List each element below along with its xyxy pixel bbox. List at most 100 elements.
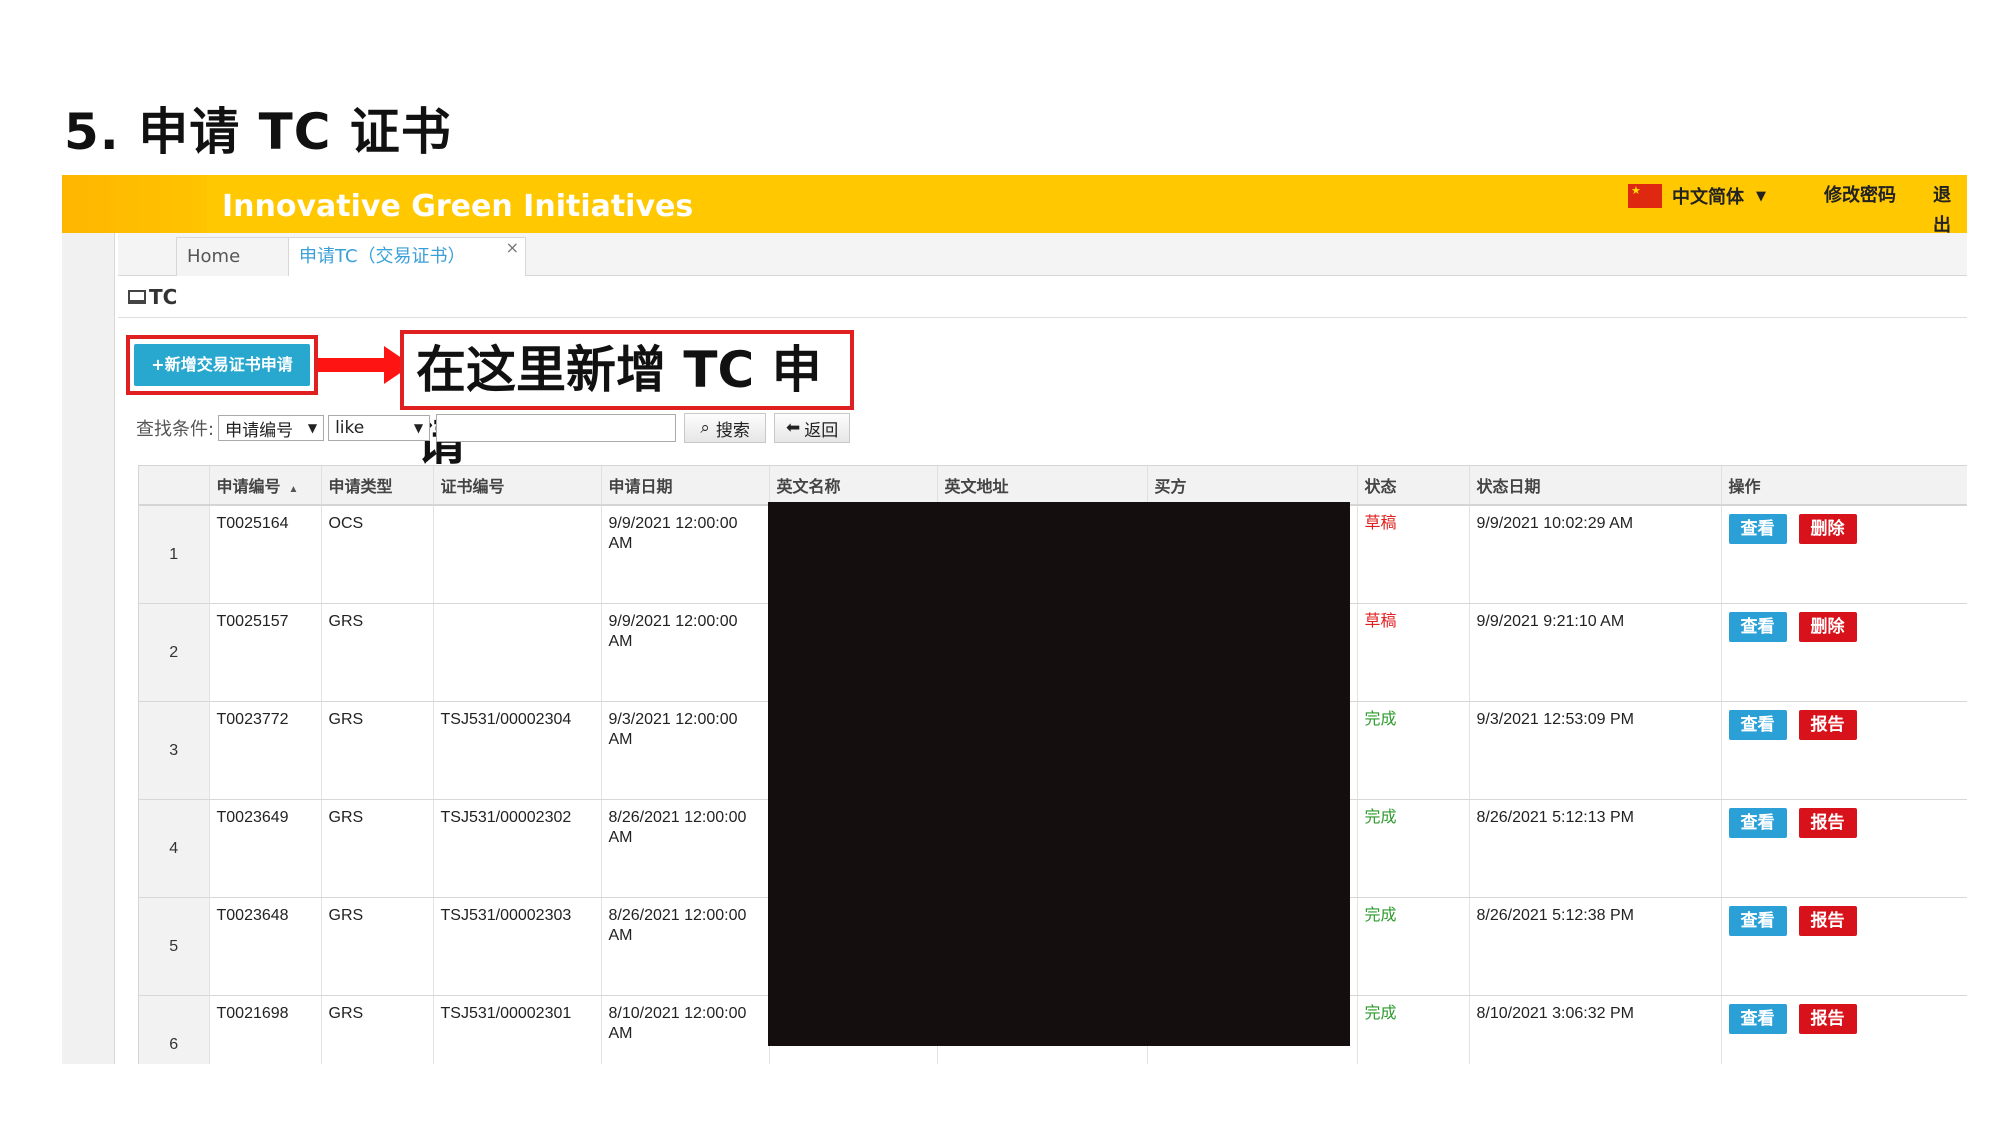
col-application-date[interactable]: 申请日期 <box>601 466 770 506</box>
view-button[interactable]: 查看 <box>1728 514 1787 544</box>
table-header-row: 申请编号 ▲ 申请类型 证书编号 申请日期 英文名称 英文地址 买方 状态 状态日… <box>139 466 1967 506</box>
report-button[interactable]: 报告 <box>1798 808 1857 838</box>
col-application-no[interactable]: 申请编号 ▲ <box>209 466 322 506</box>
cell-status-date: 9/9/2021 10:02:29 AM <box>1469 505 1722 604</box>
cell-application-date: 9/9/2021 12:00:00 AM <box>601 505 770 604</box>
cell-application-no: T0025164 <box>209 505 322 604</box>
delete-button[interactable]: 删除 <box>1798 612 1857 642</box>
tab-bar: Home 申请TC（交易证书） × <box>118 233 1967 276</box>
cell-actions: 查看 报告 <box>1721 701 1967 800</box>
cell-certificate-no <box>433 505 602 604</box>
slide-title: 5. 申请 TC 证书 <box>64 103 452 161</box>
monitor-icon <box>128 290 146 304</box>
search-field-select[interactable]: 申请编号 ▼ <box>218 415 325 441</box>
china-flag-icon <box>1628 184 1662 208</box>
cell-certificate-no: TSJ531/00002303 <box>433 897 602 996</box>
cell-application-type: GRS <box>321 897 434 996</box>
brand-name: Innovative Green Initiatives <box>222 189 694 224</box>
language-label: 中文简体 <box>1672 187 1744 208</box>
view-button[interactable]: 查看 <box>1728 612 1787 642</box>
row-number: 3 <box>139 701 210 800</box>
cell-application-date: 9/3/2021 12:00:00 AM <box>601 701 770 800</box>
tab-home[interactable]: Home <box>176 237 298 276</box>
row-number: 5 <box>139 897 210 996</box>
cell-application-no: T0023649 <box>209 799 322 898</box>
cell-actions: 查看 报告 <box>1721 897 1967 996</box>
search-field-value: 申请编号 <box>225 420 294 441</box>
col-certificate-no[interactable]: 证书编号 <box>433 466 602 506</box>
search-button-label: 搜索 <box>715 420 750 441</box>
tab-apply-tc[interactable]: 申请TC（交易证书） × <box>288 237 526 276</box>
col-status-date[interactable]: 状态日期 <box>1469 466 1722 506</box>
col-application-type[interactable]: 申请类型 <box>321 466 434 506</box>
cell-application-type: GRS <box>321 799 434 898</box>
tab-apply-tc-label: 申请TC（交易证书） <box>299 246 466 267</box>
row-number: 1 <box>139 505 210 604</box>
app-window: Innovative Green Initiatives 中文简体 ▼ 修改密码… <box>62 175 1967 1064</box>
change-password-link[interactable]: 修改密码 <box>1824 181 1896 211</box>
col-status[interactable]: 状态 <box>1357 466 1470 506</box>
caret-down-icon: ▼ <box>413 421 424 435</box>
view-button[interactable]: 查看 <box>1728 1004 1787 1034</box>
report-button[interactable]: 报告 <box>1798 1004 1857 1034</box>
language-dropdown[interactable]: 中文简体 ▼ <box>1628 181 1766 211</box>
cell-application-date: 8/26/2021 12:00:00 AM <box>601 897 770 996</box>
search-criteria-label: 查找条件: <box>136 419 215 440</box>
cell-status: 完成 <box>1357 897 1470 996</box>
cell-status: 完成 <box>1357 995 1470 1064</box>
logout-link[interactable]: 退出 <box>1933 181 1967 236</box>
col-rownum <box>139 466 210 506</box>
col-english-address[interactable]: 英文地址 <box>937 466 1148 506</box>
report-button[interactable]: 报告 <box>1798 906 1857 936</box>
search-operator-value: like <box>335 418 365 438</box>
caret-down-icon: ▼ <box>1756 188 1766 204</box>
cell-certificate-no: TSJ531/00002302 <box>433 799 602 898</box>
search-icon: ⌕ <box>700 418 710 438</box>
col-english-name[interactable]: 英文名称 <box>769 466 938 506</box>
cell-status: 完成 <box>1357 799 1470 898</box>
cell-status: 草稿 <box>1357 505 1470 604</box>
close-icon[interactable]: × <box>506 229 519 267</box>
sort-asc-icon: ▲ <box>288 484 299 495</box>
cell-application-type: OCS <box>321 505 434 604</box>
top-header: Innovative Green Initiatives 中文简体 ▼ 修改密码… <box>62 175 1967 236</box>
add-tc-button[interactable]: +新增交易证书申请 <box>134 344 310 386</box>
cell-certificate-no: TSJ531/00002301 <box>433 995 602 1064</box>
caret-down-icon: ▼ <box>307 421 318 435</box>
view-button[interactable]: 查看 <box>1728 906 1787 936</box>
panel-title: TC <box>128 285 177 309</box>
view-button[interactable]: 查看 <box>1728 808 1787 838</box>
redacted-block <box>768 502 1350 1046</box>
cell-status-date: 8/26/2021 5:12:38 PM <box>1469 897 1722 996</box>
col-buyer[interactable]: 买方 <box>1147 466 1358 506</box>
annotation-callout: 在这里新增 TC 申请 <box>400 330 854 471</box>
panel-title-label: TC <box>149 285 178 309</box>
cell-actions: 查看 删除 <box>1721 603 1967 702</box>
back-button-label: 返回 <box>804 420 839 441</box>
cell-application-type: GRS <box>321 701 434 800</box>
cell-status: 完成 <box>1357 701 1470 800</box>
cell-application-date: 8/10/2021 12:00:00 AM <box>601 995 770 1064</box>
left-gutter <box>62 233 115 1064</box>
cell-actions: 查看 报告 <box>1721 995 1967 1064</box>
row-number: 6 <box>139 995 210 1064</box>
search-bar: 查找条件: 申请编号 ▼ like ▼ ⌕ 搜索 ⬅ 返回 <box>136 413 851 443</box>
cell-application-no: T0021698 <box>209 995 322 1064</box>
cell-status-date: 8/26/2021 5:12:13 PM <box>1469 799 1722 898</box>
row-number: 4 <box>139 799 210 898</box>
cell-status: 草稿 <box>1357 603 1470 702</box>
cell-certificate-no: TSJ531/00002304 <box>433 701 602 800</box>
col-actions: 操作 <box>1721 466 1967 506</box>
delete-button[interactable]: 删除 <box>1798 514 1857 544</box>
search-input[interactable] <box>436 414 677 442</box>
search-button[interactable]: ⌕ 搜索 <box>684 413 767 443</box>
cell-application-no: T0023648 <box>209 897 322 996</box>
back-button[interactable]: ⬅ 返回 <box>774 413 851 443</box>
row-number: 2 <box>139 603 210 702</box>
cell-status-date: 9/3/2021 12:53:09 PM <box>1469 701 1722 800</box>
cell-certificate-no <box>433 603 602 702</box>
search-operator-select[interactable]: like ▼ <box>328 415 431 441</box>
view-button[interactable]: 查看 <box>1728 710 1787 740</box>
report-button[interactable]: 报告 <box>1798 710 1857 740</box>
cell-actions: 查看 报告 <box>1721 799 1967 898</box>
